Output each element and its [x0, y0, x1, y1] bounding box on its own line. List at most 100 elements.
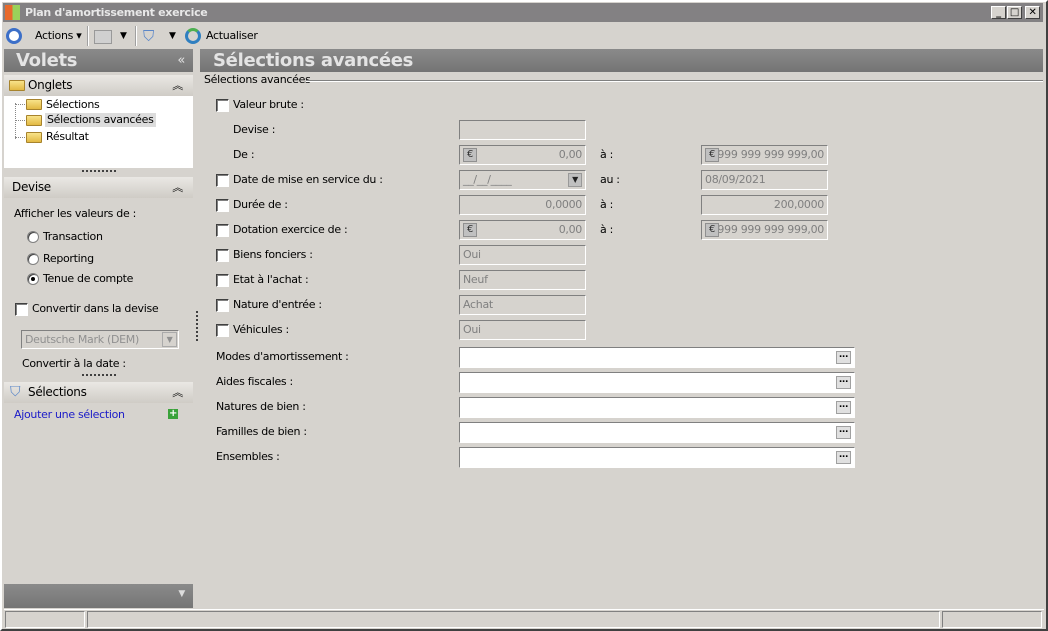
- to-label: à :: [600, 223, 614, 236]
- collapse-button[interactable]: «: [177, 49, 185, 72]
- ellipsis-button[interactable]: ...: [836, 426, 851, 439]
- currency-select[interactable]: Deutsche Mark (DEM) ▼: [21, 330, 179, 349]
- gross-to-field[interactable]: €999 999 999 999,00: [701, 145, 828, 165]
- tab-result[interactable]: Résultat: [46, 130, 89, 144]
- allocation-checkbox[interactable]: [216, 224, 229, 237]
- entry-nature-field[interactable]: Achat: [459, 295, 586, 315]
- ellipsis-button[interactable]: ...: [836, 451, 851, 464]
- euro-icon: €: [705, 223, 719, 237]
- splitter-grip[interactable]: [196, 311, 198, 341]
- panes-header: Volets «: [4, 49, 193, 72]
- ellipsis-button[interactable]: ...: [836, 351, 851, 364]
- allocation-label: Dotation exercice de :: [233, 223, 348, 236]
- lookup-label: Familles de bien :: [216, 425, 307, 438]
- entry-nature-label: Nature d'entrée :: [233, 298, 322, 311]
- refresh-icon[interactable]: [185, 28, 201, 44]
- filter-icon[interactable]: ⛉: [143, 27, 154, 45]
- folder-icon: [9, 80, 25, 91]
- chevron-down-icon[interactable]: ▼: [178, 589, 185, 599]
- vehicles-label: Véhicules :: [233, 323, 289, 336]
- lookup-label: Aides fiscales :: [216, 375, 293, 388]
- asset-families-input[interactable]: ...: [459, 422, 855, 443]
- minimize-button[interactable]: _: [991, 6, 1006, 19]
- depreciation-modes-input[interactable]: ...: [459, 347, 855, 368]
- chevron-down-icon[interactable]: ▼: [568, 173, 582, 187]
- panes-footer: ▼: [4, 584, 193, 608]
- open-folder-icon: [26, 115, 42, 126]
- maximize-button[interactable]: □: [1007, 6, 1022, 19]
- asset-natures-input[interactable]: ...: [459, 397, 855, 418]
- add-icon[interactable]: +: [168, 409, 178, 419]
- lookup-label: Modes d'amortissement :: [216, 350, 349, 363]
- allocation-from-field[interactable]: €0,00: [459, 220, 586, 240]
- print-icon[interactable]: [94, 30, 112, 44]
- currency-label: Devise :: [233, 123, 276, 136]
- chevron-up-icon[interactable]: ︽: [172, 75, 183, 96]
- duration-from-field[interactable]: 0,0000: [459, 195, 586, 215]
- date-to-field[interactable]: 08/09/2021: [701, 170, 828, 190]
- convert-date-label: Convertir à la date :: [22, 357, 126, 370]
- land-checkbox[interactable]: [216, 249, 229, 262]
- separator: [87, 26, 89, 46]
- land-field[interactable]: Oui: [459, 245, 586, 265]
- state-label: Etat à l'achat :: [233, 273, 309, 286]
- refresh-button[interactable]: Actualiser: [206, 27, 258, 45]
- land-label: Biens fonciers :: [233, 248, 313, 261]
- allocation-to-field[interactable]: €999 999 999 999,00: [701, 220, 828, 240]
- radio-label: Reporting: [43, 252, 94, 265]
- splitter-grip[interactable]: [82, 374, 116, 377]
- gross-from-field[interactable]: €0,00: [459, 145, 586, 165]
- onglets-header[interactable]: Onglets ︽: [4, 75, 193, 96]
- group-label: Sélections avancées: [204, 73, 311, 86]
- separator: [135, 26, 137, 46]
- status-bar: [4, 609, 1044, 628]
- radio-account-keeping[interactable]: [27, 273, 39, 285]
- date-from-field[interactable]: __/__/____ ▼: [459, 170, 586, 190]
- gross-value-checkbox[interactable]: [216, 99, 229, 112]
- lookup-label: Natures de bien :: [216, 400, 306, 413]
- chevron-down-icon[interactable]: ▼: [162, 332, 177, 347]
- to-label: au :: [600, 173, 620, 186]
- date-checkbox[interactable]: [216, 174, 229, 187]
- vehicles-field[interactable]: Oui: [459, 320, 586, 340]
- entry-nature-checkbox[interactable]: [216, 299, 229, 312]
- target-icon[interactable]: [6, 28, 22, 44]
- radio-transaction[interactable]: [27, 231, 39, 243]
- sets-input[interactable]: ...: [459, 447, 855, 468]
- radio-label: Tenue de compte: [43, 272, 134, 285]
- folder-icon: [26, 132, 42, 143]
- selections-header[interactable]: ⛉ Sélections ︽: [4, 382, 193, 403]
- add-selection-link[interactable]: Ajouter une sélection: [14, 408, 125, 422]
- duration-checkbox[interactable]: [216, 199, 229, 212]
- ellipsis-button[interactable]: ...: [836, 401, 851, 414]
- gross-value-label: Valeur brute :: [233, 98, 304, 111]
- state-checkbox[interactable]: [216, 274, 229, 287]
- currency-field[interactable]: [459, 120, 586, 140]
- date-label: Date de mise en service du :: [233, 173, 383, 186]
- radio-reporting[interactable]: [27, 253, 39, 265]
- actions-menu[interactable]: Actions ▾: [35, 27, 82, 45]
- lookup-label: Ensembles :: [216, 450, 280, 463]
- filter-dropdown[interactable]: ▼: [169, 27, 176, 45]
- chevron-up-icon[interactable]: ︽: [172, 382, 183, 403]
- splitter-grip[interactable]: [82, 170, 116, 173]
- tabs-tree: Sélections Sélections avancées Résultat: [4, 96, 193, 168]
- duration-label: Durée de :: [233, 198, 288, 211]
- tab-advanced-selections[interactable]: Sélections avancées: [45, 113, 156, 127]
- print-dropdown[interactable]: ▼: [120, 27, 127, 45]
- folder-icon: [26, 99, 42, 110]
- show-values-label: Afficher les valeurs de :: [14, 207, 137, 220]
- tax-aids-input[interactable]: ...: [459, 372, 855, 393]
- duration-to-field[interactable]: 200,0000: [701, 195, 828, 215]
- divider: [306, 80, 1043, 82]
- vehicles-checkbox[interactable]: [216, 324, 229, 337]
- close-button[interactable]: ✕: [1025, 6, 1040, 19]
- tab-selections[interactable]: Sélections: [46, 98, 100, 112]
- state-field[interactable]: Neuf: [459, 270, 586, 290]
- page-title: Sélections avancées: [200, 49, 1043, 72]
- convert-checkbox[interactable]: [15, 303, 28, 316]
- app-icon: [5, 5, 20, 20]
- devise-header[interactable]: Devise ︽: [4, 177, 193, 198]
- chevron-up-icon[interactable]: ︽: [172, 177, 183, 198]
- ellipsis-button[interactable]: ...: [836, 376, 851, 389]
